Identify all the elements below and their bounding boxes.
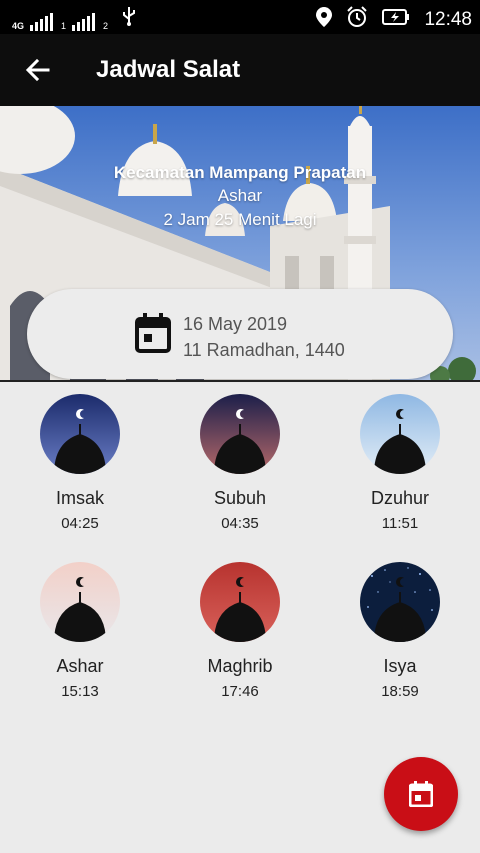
next-prayer-name: Ashar [217, 186, 263, 205]
location-icon [316, 7, 333, 32]
prayer-item-isya[interactable]: Isya 18:59 [320, 562, 480, 700]
status-right: 12:48 [316, 6, 472, 33]
prayer-time: 11:51 [381, 515, 419, 532]
date-card: 16 May 2019 11 Ramadhan, 1440 [27, 289, 453, 379]
status-left: 4G 1 2 [12, 6, 136, 31]
signal-icon [30, 13, 54, 31]
prayer-item-dzuhur[interactable]: Dzuhur 11:51 [320, 394, 480, 532]
prayer-time: 04:35 [221, 515, 259, 532]
prayer-item-subuh[interactable]: Subuh 04:35 [160, 394, 320, 532]
calendar-icon [135, 313, 171, 353]
calendar-fab-button[interactable] [384, 757, 458, 831]
prayer-name: Subuh [213, 488, 267, 508]
prayer-time: 18:59 [381, 683, 419, 700]
date-text: 16 May 2019 11 Ramadhan, 1440 [183, 311, 345, 363]
prayer-name: Imsak [55, 488, 104, 508]
prayer-time: 17:46 [221, 683, 259, 700]
alarm-icon [346, 6, 368, 33]
arrow-left-icon [25, 58, 50, 82]
sim2-label: 2 [103, 21, 109, 31]
prayer-name: Maghrib [207, 656, 273, 676]
status-time: 12:48 [424, 8, 472, 30]
countdown-label: 2 Jam 25 Menit Lagi [163, 210, 317, 229]
network-type: 4G [12, 21, 25, 31]
prayer-item-maghrib[interactable]: Maghrib 17:46 [160, 562, 320, 700]
prayer-item-ashar[interactable]: Ashar 15:13 [0, 562, 160, 700]
ashar-dome-icon [40, 562, 120, 642]
subuh-dome-icon [200, 394, 280, 474]
calendar-icon [409, 781, 433, 807]
location-label: Kecamatan Mampang Prapatan [113, 163, 367, 182]
status-bar: 4G 1 2 12:48 [0, 0, 480, 34]
gregorian-date: 16 May 2019 [183, 314, 288, 334]
battery-charging-icon [382, 9, 410, 30]
next-prayer-info: Kecamatan Mampang Prapatan Ashar 2 Jam 2… [0, 162, 480, 232]
prayer-item-imsak[interactable]: Imsak 04:25 [0, 394, 160, 532]
imsak-dome-icon [40, 394, 120, 474]
app-bar: Jadwal Salat [0, 34, 480, 106]
isya-dome-icon [360, 562, 440, 642]
prayer-name: Ashar [56, 656, 104, 676]
usb-icon [122, 6, 136, 31]
prayer-time: 15:13 [61, 683, 99, 700]
maghrib-dome-icon [200, 562, 280, 642]
dzuhur-dome-icon [360, 394, 440, 474]
sim1-label: 1 [61, 21, 67, 31]
hijri-date: 11 Ramadhan, 1440 [183, 340, 345, 360]
prayer-name: Dzuhur [370, 488, 430, 508]
prayer-name: Isya [383, 656, 417, 676]
page-title: Jadwal Salat [96, 56, 241, 83]
back-button[interactable] [20, 52, 56, 88]
signal-icon [72, 13, 96, 31]
prayer-time: 04:25 [61, 515, 99, 532]
divider [0, 380, 480, 382]
